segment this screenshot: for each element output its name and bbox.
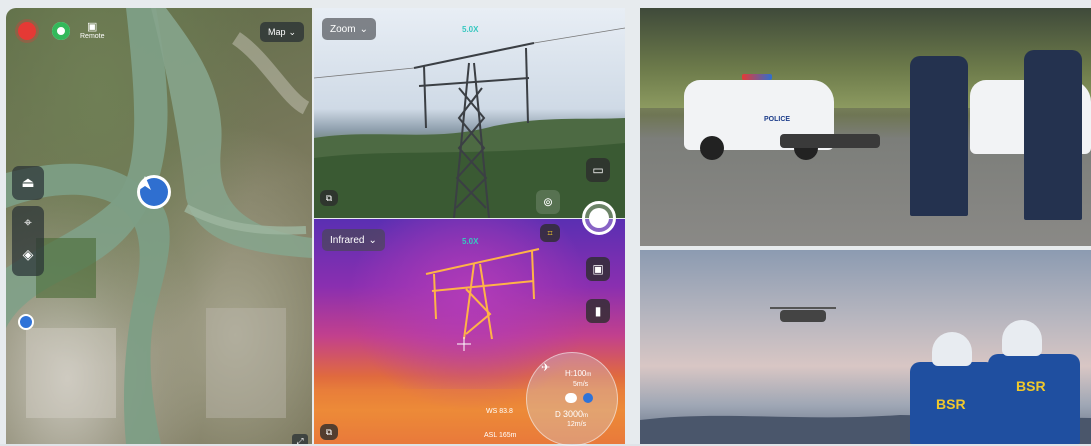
home-icon [565, 393, 577, 403]
siren-lights [742, 74, 772, 80]
camera-mode-select-ir[interactable]: Infrared ⌄ [322, 229, 385, 251]
asl-label: ASL [484, 432, 497, 439]
altitude-label: H: [565, 369, 573, 378]
map-panel[interactable]: ▣ Remote Map ⌄ ⏏ ⌖ ◈ ⤢ [6, 8, 312, 444]
asl-value: 165 [498, 432, 511, 439]
remote-controller-status[interactable]: ▣ Remote [80, 20, 105, 40]
home-point-icon [18, 314, 34, 330]
worker-right [988, 320, 1080, 444]
map-select-label: Map [267, 27, 286, 37]
zoom-level: 5.0X [462, 25, 479, 34]
target-icon[interactable]: ⌖ [24, 206, 32, 238]
camera-mode-label-ir: Infrared [330, 234, 365, 246]
horizontal-speed-readout: 12m/s [567, 421, 586, 428]
takeoff-control[interactable]: ⏏ [12, 166, 44, 200]
takeoff-icon: ⏏ [21, 174, 35, 190]
remote-controller-icon: ▣ [87, 21, 98, 33]
wind-speed-readout: WS 83.8 [486, 408, 513, 415]
map-type-select[interactable]: Map ⌄ [260, 22, 304, 42]
altitude-unit: m [586, 372, 592, 378]
gps-icon[interactable] [52, 22, 70, 40]
helmet [932, 332, 972, 366]
officer-left [910, 56, 968, 216]
expand-icon[interactable]: ⤢ [292, 434, 308, 444]
swap-view-icon[interactable]: ⧉ [320, 190, 338, 206]
telemetry-gauge: ✈ H:100m 5m/s D 3000m 12m/s [526, 352, 618, 446]
focus-icon[interactable]: ⌗ [540, 224, 560, 242]
video-icon[interactable]: ▮ [586, 299, 610, 323]
chevron-down-icon: ⌄ [288, 26, 297, 37]
helmet [1002, 320, 1042, 356]
chevron-down-icon: ⌄ [359, 23, 368, 35]
record-icon[interactable] [18, 22, 36, 40]
chevron-down-icon: ⌄ [368, 234, 377, 246]
horizontal-speed-value: 12 [567, 421, 575, 428]
compass-icon [583, 393, 593, 403]
photo-icon[interactable]: ▣ [586, 257, 610, 281]
police-text: POLICE [764, 116, 791, 123]
drone [780, 134, 880, 148]
vest-text-left: BSR [936, 396, 966, 412]
distance-readout: D 3000m [555, 409, 588, 419]
camera-mode-label: Zoom [330, 23, 356, 35]
map-tools[interactable]: ⌖ ◈ [12, 206, 44, 276]
altitude-readout: H:100m [565, 369, 591, 378]
wind-speed-label: WS [486, 408, 498, 415]
layers-icon[interactable]: ◈ [23, 238, 34, 270]
officer-right [1024, 50, 1082, 220]
horizontal-speed-unit: m/s [574, 421, 587, 428]
camera-mode-select[interactable]: Zoom ⌄ [322, 18, 376, 40]
wheel [700, 136, 724, 160]
binoculars-icon[interactable]: ⊚ [536, 190, 560, 214]
drone-marker[interactable] [137, 175, 171, 209]
distance-value: 3000 [563, 409, 584, 419]
photo-bsr-team: BSR BSR [640, 250, 1091, 444]
distance-label: D [555, 410, 561, 419]
drone-marker-icon [139, 176, 168, 206]
river-map [6, 8, 312, 444]
aircraft-icon: ✈ [541, 362, 551, 374]
shutter-icon [589, 208, 609, 228]
zoom-camera-view[interactable]: Zoom ⌄ 5.0X ▭ ⊚ ⧉ [314, 8, 625, 218]
shutter-button[interactable] [582, 201, 616, 235]
distance-unit: m [583, 413, 589, 419]
app-frame: ▣ Remote Map ⌄ ⏏ ⌖ ◈ ⤢ Zoom ⌄ 5.0X ▭ ⊚ ⧉… [0, 0, 1091, 446]
swap-view-icon-ir[interactable]: ⧉ [320, 424, 338, 440]
remote-label: Remote [80, 33, 105, 40]
vertical-speed-unit: m/s [576, 381, 589, 388]
asl-unit: m [510, 432, 517, 439]
photo-police-drone: POLICE [640, 8, 1091, 246]
gallery-icon[interactable]: ▭ [586, 158, 610, 182]
vertical-speed-readout: 5m/s [573, 381, 588, 388]
vest-text-right: BSR [1016, 378, 1046, 394]
altitude-value: 100 [573, 369, 587, 378]
asl-readout: ASL 165m [484, 432, 516, 439]
wind-speed-value: 83.8 [499, 408, 513, 415]
ir-zoom-level: 5.0X [462, 237, 479, 246]
